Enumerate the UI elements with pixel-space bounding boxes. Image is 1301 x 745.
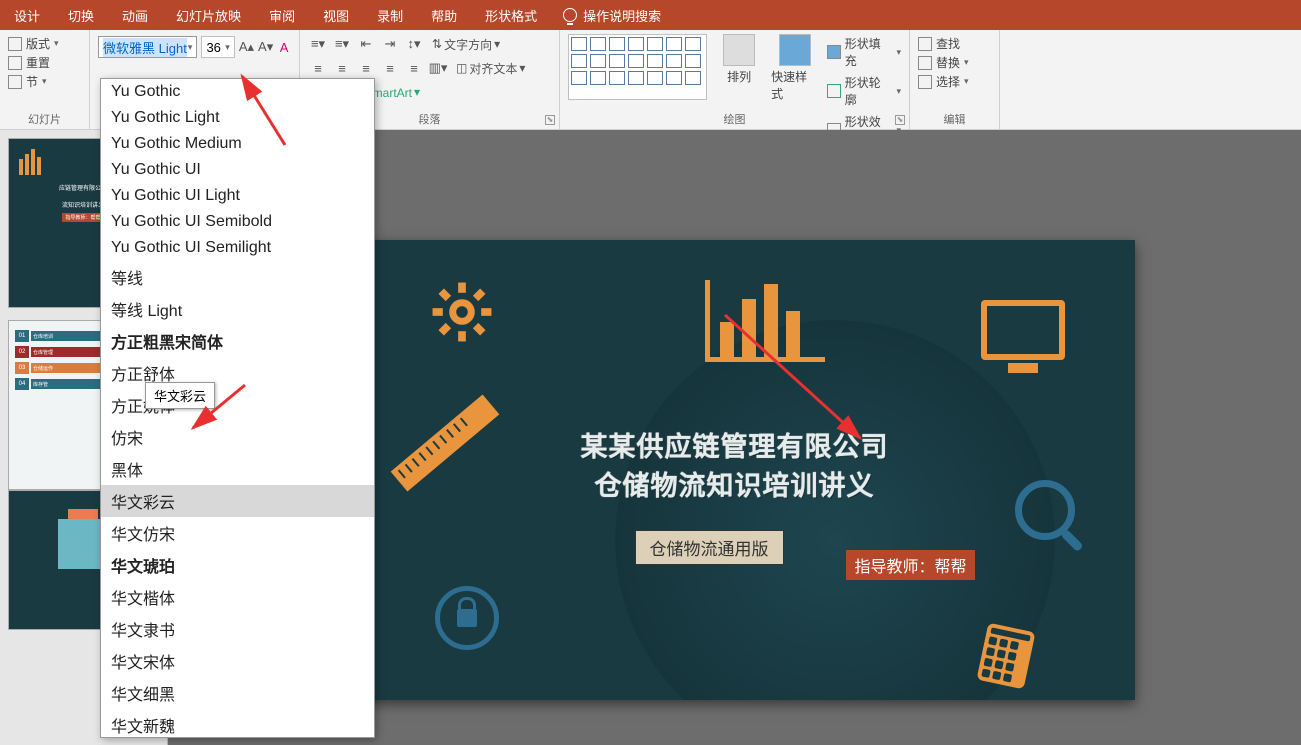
find-button[interactable]: 查找 [918, 34, 991, 53]
font-option[interactable]: Yu Gothic [101, 79, 374, 105]
font-option[interactable]: 华文彩云 [101, 485, 374, 517]
columns-icon[interactable]: ▥▾ [428, 58, 448, 78]
font-option[interactable]: Yu Gothic UI Semibold [101, 209, 374, 235]
tab-review[interactable]: 审阅 [255, 0, 309, 30]
shape-fill-button[interactable]: 形状填充▾ [827, 34, 901, 70]
tab-transition[interactable]: 切换 [54, 0, 108, 30]
select-button[interactable]: 选择▾ [918, 72, 991, 91]
replace-button[interactable]: 替换▾ [918, 53, 991, 72]
tab-slideshow[interactable]: 幻灯片放映 [162, 0, 255, 30]
font-option[interactable]: Yu Gothic UI Light [101, 183, 374, 209]
tab-animation[interactable]: 动画 [108, 0, 162, 30]
font-option[interactable]: 华文琥珀 [101, 549, 374, 581]
para-dialog-launcher[interactable]: ⬊ [545, 115, 555, 125]
font-option[interactable]: Yu Gothic Light [101, 105, 374, 131]
lock-icon [435, 586, 499, 650]
indent-right-icon[interactable]: ⇥ [380, 34, 400, 54]
tab-design[interactable]: 设计 [0, 0, 54, 30]
monitor-icon [981, 300, 1065, 360]
distribute-icon[interactable]: ≡ [404, 58, 424, 78]
font-option[interactable]: 等线 Light [101, 293, 374, 325]
align-left-icon[interactable]: ≡ [308, 58, 328, 78]
font-option[interactable]: 华文细黑 [101, 677, 374, 709]
group-label-edit: 编辑 [910, 111, 999, 127]
font-option[interactable]: Yu Gothic UI Semilight [101, 235, 374, 261]
group-editing: 查找 替换▾ 选择▾ 编辑 [910, 30, 1000, 129]
group-drawing: 排列 快速样式 形状填充▾ 形状轮廓▾ 形状效果▾ 绘图 ⬊ [560, 30, 910, 129]
font-option[interactable]: 方正舒体 [101, 357, 374, 389]
tab-help[interactable]: 帮助 [417, 0, 471, 30]
font-tooltip: 华文彩云 [145, 382, 215, 409]
font-option[interactable]: 等线 [101, 261, 374, 293]
shape-gallery[interactable] [568, 34, 707, 100]
bulb-icon [563, 8, 577, 22]
align-center-icon[interactable]: ≡ [332, 58, 352, 78]
slide-subtitle-badge[interactable]: 仓储物流通用版 [635, 530, 784, 565]
section-button[interactable]: 节▾ [8, 72, 81, 91]
indent-left-icon[interactable]: ⇤ [356, 34, 376, 54]
font-option[interactable]: 华文宋体 [101, 645, 374, 677]
align-right-icon[interactable]: ≡ [356, 58, 376, 78]
shape-outline-button[interactable]: 形状轮廓▾ [827, 73, 901, 109]
font-option[interactable]: 华文新魏 [101, 709, 374, 738]
font-option[interactable]: 仿宋 [101, 421, 374, 453]
justify-icon[interactable]: ≡ [380, 58, 400, 78]
ribbon-tabs: 设计 切换 动画 幻灯片放映 审阅 视图 录制 帮助 形状格式 操作说明搜索 [0, 0, 1301, 30]
tell-me-search[interactable]: 操作说明搜索 [563, 6, 661, 25]
text-direction-button[interactable]: ⇅文字方向▾ [428, 34, 504, 54]
tab-shape-format[interactable]: 形状格式 [471, 0, 551, 30]
font-option[interactable]: 方正粗黑宋简体 [101, 325, 374, 357]
font-option[interactable]: 华文仿宋 [101, 517, 374, 549]
numbering-icon[interactable]: ≡▾ [332, 34, 352, 54]
font-option[interactable]: 方正姚体 [101, 389, 374, 421]
instructor-badge[interactable]: 指导教师：帮帮 [846, 550, 974, 580]
font-option[interactable]: 华文楷体 [101, 581, 374, 613]
slide-content[interactable]: 某某供应链管理有限公司 仓储物流知识培训讲义 仓储物流通用版 指导教师：帮帮 [335, 240, 1135, 700]
tab-view[interactable]: 视图 [309, 0, 363, 30]
slide-title[interactable]: 某某供应链管理有限公司 仓储物流知识培训讲义 [335, 425, 1135, 503]
font-size-combo[interactable]: 36▾ [201, 36, 234, 58]
font-option[interactable]: 黑体 [101, 453, 374, 485]
reset-button[interactable]: 重置 [8, 53, 81, 72]
tab-record[interactable]: 录制 [363, 0, 417, 30]
layout-button[interactable]: 版式▾ [8, 34, 81, 53]
bar-chart-icon [705, 280, 825, 362]
font-name-combo[interactable]: 微软雅黑 Light▾ [98, 36, 197, 58]
align-text-button[interactable]: ◫对齐文本▾ [452, 58, 529, 78]
bullets-icon[interactable]: ≡▾ [308, 34, 328, 54]
group-label-draw: 绘图 [560, 111, 909, 127]
font-option[interactable]: 华文隶书 [101, 613, 374, 645]
font-option[interactable]: Yu Gothic Medium [101, 131, 374, 157]
font-dropdown-list[interactable]: Yu GothicYu Gothic LightYu Gothic Medium… [100, 78, 375, 738]
group-label-slides: 幻灯片 [0, 111, 89, 127]
font-option[interactable]: Yu Gothic UI [101, 157, 374, 183]
line-spacing-icon[interactable]: ↕▾ [404, 34, 424, 54]
group-slides: 版式▾ 重置 节▾ 幻灯片 [0, 30, 90, 129]
shrink-font-icon[interactable]: A▾ [258, 37, 273, 57]
draw-dialog-launcher[interactable]: ⬊ [895, 115, 905, 125]
clear-format-icon[interactable]: A [277, 37, 291, 57]
tell-me-label: 操作说明搜索 [583, 6, 661, 25]
gear-icon [430, 280, 494, 344]
grow-font-icon[interactable]: A▴ [239, 37, 254, 57]
